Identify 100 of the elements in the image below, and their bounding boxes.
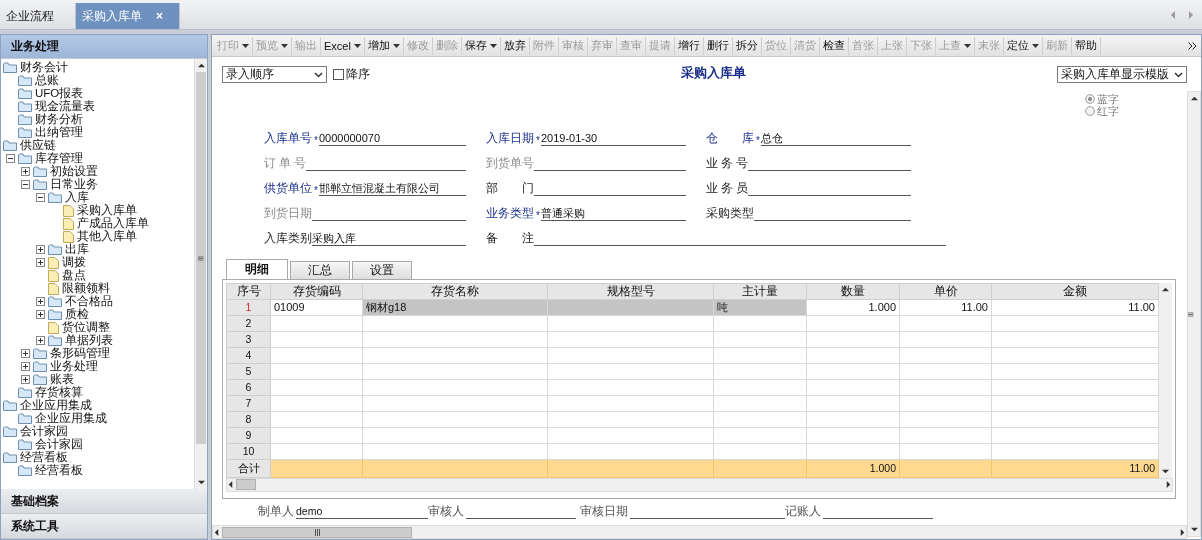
sidebar-panel-header[interactable]: 业务处理	[1, 35, 207, 59]
sidebar-panel-header[interactable]: 基础档案	[1, 489, 207, 514]
folder-icon	[18, 114, 32, 125]
scroll-up-icon[interactable]	[197, 62, 205, 69]
input-field[interactable]: 2019-01-30	[540, 130, 686, 146]
expand-icon[interactable]	[36, 336, 45, 345]
scroll-up-icon[interactable]	[1162, 285, 1169, 293]
folder-icon	[18, 439, 32, 450]
tree-item[interactable]: 其他入库单	[77, 230, 137, 243]
folder-icon	[18, 101, 32, 112]
tree-item[interactable]: 经营看板	[35, 464, 83, 477]
tree-item[interactable]: 调拨	[62, 256, 86, 269]
toolbar-button[interactable]: 帮助	[1071, 36, 1101, 55]
scrollbar[interactable]	[194, 59, 207, 489]
toolbar-button[interactable]: 删行	[703, 36, 733, 55]
folder-icon	[18, 153, 32, 164]
expand-icon[interactable]	[36, 258, 45, 267]
toolbar-button[interactable]: Excel	[321, 36, 365, 55]
tree-item[interactable]: 单据列表	[65, 334, 113, 347]
toolbar-button[interactable]: 增加	[364, 36, 404, 55]
input-field[interactable]: demo	[296, 505, 428, 519]
toolbar-button[interactable]: 保存	[461, 36, 501, 55]
expand-icon[interactable]	[21, 375, 30, 384]
scroll-down-icon[interactable]	[1162, 467, 1169, 475]
field-label: 入库日期	[486, 130, 534, 146]
tree-item[interactable]: 供应链	[20, 139, 56, 152]
tree-item[interactable]: 入库	[65, 191, 89, 204]
expand-icon[interactable]	[36, 297, 45, 306]
tree-item[interactable]: 质检	[65, 308, 89, 321]
input-field[interactable]: 总仓	[760, 130, 911, 146]
tree-item[interactable]: UFO报表	[35, 87, 84, 100]
expand-icon[interactable]	[36, 310, 45, 319]
tree-item[interactable]: 会计家园	[35, 438, 83, 451]
tree-item[interactable]: 采购入库单	[77, 204, 137, 217]
tree-item[interactable]: 现金流量表	[35, 100, 95, 113]
scroll-left-icon[interactable]	[213, 528, 220, 536]
collapse-icon[interactable]	[36, 193, 45, 202]
tree-item[interactable]: 业务处理	[50, 360, 98, 373]
tab[interactable]: 设置	[352, 260, 412, 279]
field-label: 仓 库	[706, 130, 754, 146]
scrollbar[interactable]	[1187, 91, 1201, 537]
folder-icon	[18, 75, 32, 86]
toolbar-button[interactable]: 定位	[1003, 36, 1043, 55]
tree-item[interactable]: 总账	[35, 74, 59, 87]
required-mark: *	[536, 209, 540, 221]
tree-item[interactable]: 不合格品	[65, 295, 113, 308]
more-chevron-icon[interactable]	[1188, 41, 1197, 50]
descending-checkbox[interactable]: 降序	[333, 67, 370, 82]
tree-item[interactable]: 产成品入库单	[77, 217, 149, 230]
toolbar-button[interactable]: 增行	[674, 36, 704, 55]
tree-item[interactable]: 日常业务	[50, 178, 98, 191]
tree-item[interactable]: 盘点	[62, 269, 86, 282]
scrollbar[interactable]	[212, 525, 1187, 539]
tree-item[interactable]: 企业应用集成	[20, 399, 92, 412]
scroll-up-icon[interactable]	[1190, 95, 1198, 102]
chevron-down-icon	[1174, 71, 1183, 78]
folder-icon	[48, 309, 62, 320]
tree-item[interactable]: 企业应用集成	[35, 412, 107, 425]
field-label: 部 门	[486, 180, 534, 196]
tree-item[interactable]: 出纳管理	[35, 126, 83, 139]
template-select[interactable]: 采购入库单显示模版	[1057, 66, 1187, 83]
tree-item[interactable]: 会计家园	[20, 425, 68, 438]
collapse-icon[interactable]	[6, 154, 15, 163]
expand-icon[interactable]	[21, 349, 30, 358]
field-label: 备 注	[486, 230, 534, 246]
tree-item[interactable]: 限额领料	[62, 282, 110, 295]
tree-item[interactable]: 财务会计	[20, 61, 68, 74]
tree-item[interactable]: 存货核算	[35, 386, 83, 399]
sort-select[interactable]: 录入顺序	[222, 66, 327, 83]
collapse-icon[interactable]	[21, 180, 30, 189]
input-field[interactable]: 普通采购	[540, 205, 686, 221]
document-icon	[48, 282, 59, 295]
document-icon	[63, 204, 74, 217]
scroll-left-icon[interactable]	[227, 481, 234, 489]
scroll-down-icon[interactable]	[1190, 526, 1198, 533]
toolbar-button[interactable]: 拆分	[732, 36, 762, 55]
tab[interactable]: 明细	[226, 258, 288, 279]
scroll-right-icon[interactable]	[1165, 481, 1172, 489]
tab[interactable]: 汇总	[290, 260, 350, 279]
expand-icon[interactable]	[21, 362, 30, 371]
input-field[interactable]: 采购入库	[312, 230, 466, 246]
expand-icon[interactable]	[36, 245, 45, 254]
input-field[interactable]: 0000000070	[318, 130, 466, 146]
folder-icon	[48, 244, 62, 255]
tree-item[interactable]: 出库	[65, 243, 89, 256]
tree-item[interactable]: 经营看板	[20, 451, 68, 464]
tree-item[interactable]: 条形码管理	[50, 347, 110, 360]
toolbar-button[interactable]: 检查	[819, 36, 849, 55]
sidebar-panel-header[interactable]: 系统工具	[1, 514, 207, 539]
toolbar-button[interactable]: 放弃	[500, 36, 530, 55]
tree-item[interactable]: 库存管理	[35, 152, 83, 165]
scroll-down-icon[interactable]	[197, 479, 205, 486]
tree-item[interactable]: 财务分析	[35, 113, 83, 126]
tree-item[interactable]: 货位调整	[62, 321, 110, 334]
expand-icon[interactable]	[21, 167, 30, 176]
input-field[interactable]: 邯郸立恒混凝土有限公司	[318, 180, 466, 196]
tree-item[interactable]: 账表	[50, 373, 74, 386]
tree-item[interactable]: 初始设置	[50, 165, 98, 178]
scrollbar[interactable]	[1159, 282, 1172, 478]
scroll-thumb[interactable]	[236, 479, 256, 491]
